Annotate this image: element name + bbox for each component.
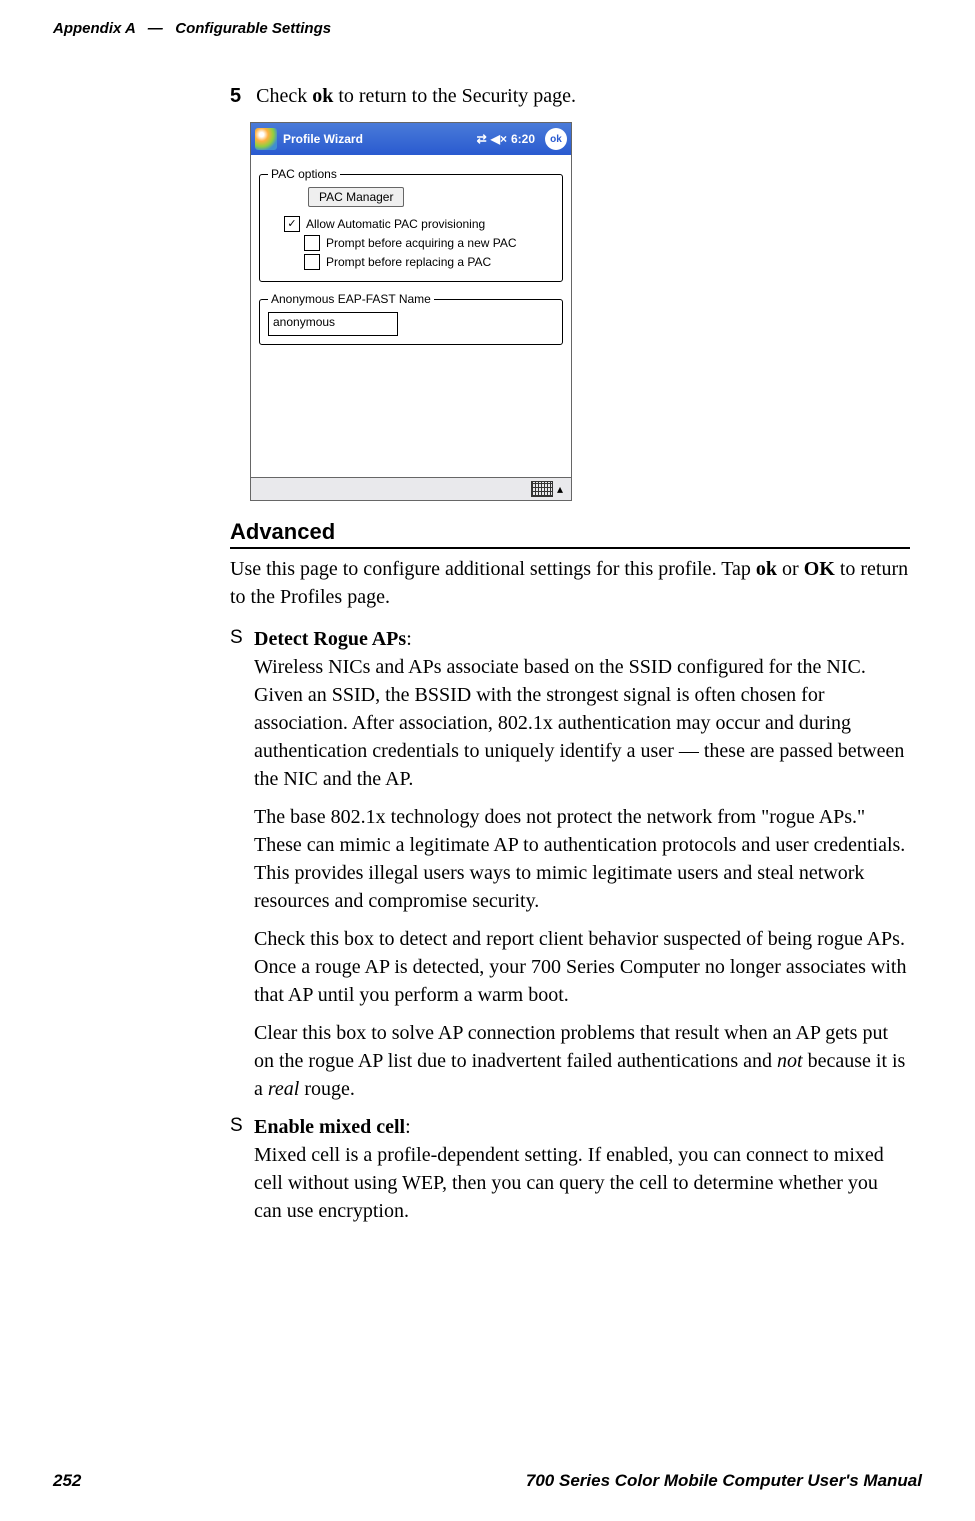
allow-auto-checkbox[interactable]: ✓ [284, 216, 300, 232]
allow-auto-label: Allow Automatic PAC provisioning [306, 217, 485, 231]
anon-name-group: Anonymous EAP-FAST Name anonymous [259, 292, 563, 345]
header-dash: — [148, 20, 163, 37]
pac-manager-button[interactable]: PAC Manager [308, 187, 404, 207]
intro-ok2: OK [804, 558, 835, 580]
p4-c: rouge. [299, 1078, 355, 1100]
pac-options-group: PAC options PAC Manager ✓ Allow Automati… [259, 167, 563, 282]
mixed-title: Enable mixed cell [254, 1116, 405, 1138]
detect-p4: Clear this box to solve AP connection pr… [254, 1019, 910, 1103]
anon-legend: Anonymous EAP-FAST Name [268, 292, 434, 306]
manual-title: 700 Series Color Mobile Computer User's … [526, 1471, 922, 1491]
titlebar: Profile Wizard ⇄ ◀× 6:20 ok [251, 123, 571, 155]
clock: 6:20 [511, 132, 535, 146]
intro-a: Use this page to configure additional se… [230, 558, 756, 580]
windows-start-icon[interactable] [255, 128, 277, 150]
detect-title: Detect Rogue APs [254, 628, 406, 650]
header-section: Configurable Settings [175, 20, 331, 37]
sip-bar: ▴ [251, 477, 571, 500]
intro-b: or [777, 558, 804, 580]
page-number: 252 [53, 1471, 81, 1491]
detect-p2: The base 802.1x technology does not prot… [254, 803, 910, 915]
mixed-cell-bullet: Enable mixed cell: Mixed cell is a profi… [230, 1113, 910, 1225]
step-5: 5 Check ok to return to the Security pag… [230, 80, 910, 112]
pac-options-legend: PAC options [268, 167, 340, 181]
mixed-p1: Mixed cell is a profile-dependent settin… [254, 1144, 884, 1222]
ok-button[interactable]: ok [545, 128, 567, 150]
advanced-heading: Advanced [230, 519, 910, 549]
appendix-label: Appendix A [53, 20, 135, 37]
prompt-acquire-label: Prompt before acquiring a new PAC [326, 236, 517, 250]
window-title: Profile Wizard [283, 132, 477, 146]
p4-real: real [268, 1078, 299, 1100]
prompt-replace-checkbox[interactable] [304, 254, 320, 270]
step-number: 5 [230, 85, 241, 107]
p4-not: not [777, 1050, 803, 1072]
sip-arrow-icon[interactable]: ▴ [557, 482, 563, 496]
keyboard-icon[interactable] [531, 481, 553, 497]
detect-p3: Check this box to detect and report clie… [254, 925, 910, 1009]
intro-ok1: ok [756, 558, 777, 580]
advanced-intro: Use this page to configure additional se… [230, 555, 910, 611]
anon-name-input[interactable]: anonymous [268, 312, 398, 336]
connectivity-icon[interactable]: ⇄ [477, 132, 487, 146]
step-text-b: to return to the Security page. [333, 85, 576, 107]
step-ok: ok [312, 85, 333, 107]
prompt-replace-label: Prompt before replacing a PAC [326, 255, 491, 269]
system-tray: ⇄ ◀× 6:20 ok [477, 128, 567, 150]
detect-rogue-bullet: Detect Rogue APs: Wireless NICs and APs … [230, 625, 910, 793]
running-header: Appendix A — Configurable Settings [53, 20, 922, 37]
prompt-acquire-checkbox[interactable] [304, 235, 320, 251]
speaker-icon[interactable]: ◀× [491, 132, 507, 146]
profile-wizard-screenshot: Profile Wizard ⇄ ◀× 6:20 ok PAC options … [250, 122, 572, 501]
step-text-a: Check [256, 85, 312, 107]
detect-p1: Wireless NICs and APs associate based on… [254, 656, 904, 790]
